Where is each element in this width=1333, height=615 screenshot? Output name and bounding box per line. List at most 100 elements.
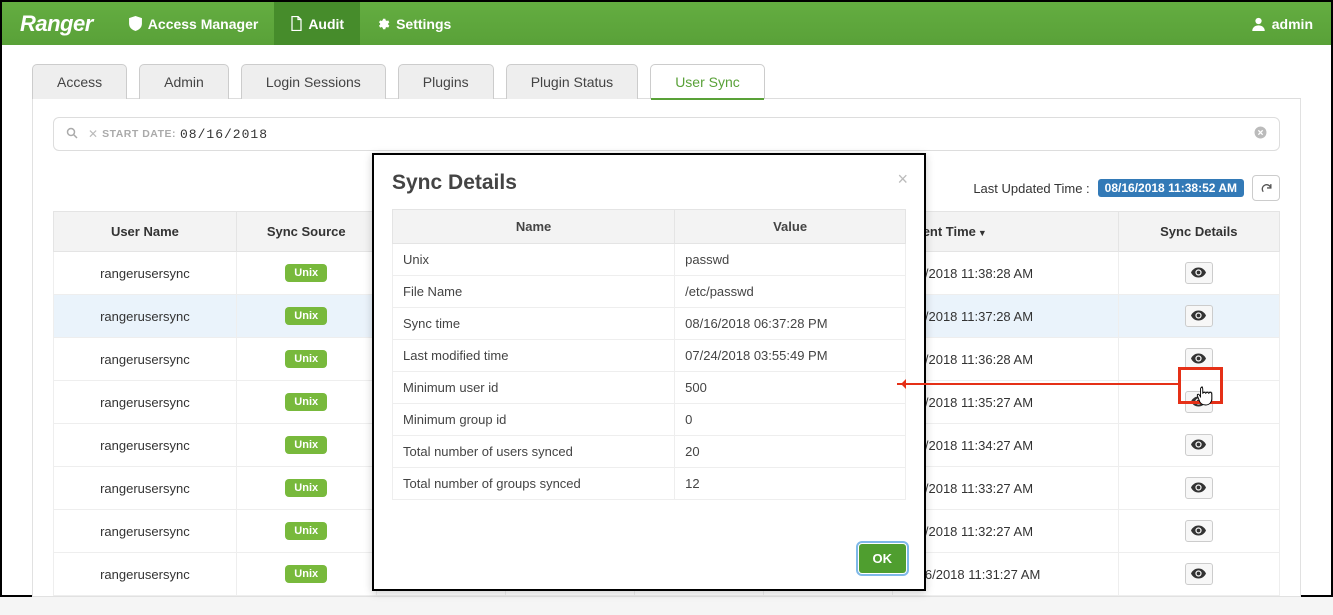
cell-source: Unix (236, 338, 376, 381)
details-value: 12 (675, 468, 906, 500)
details-name: File Name (393, 276, 675, 308)
eye-icon (1191, 524, 1206, 539)
tab-user-sync[interactable]: User Sync (650, 64, 765, 99)
nav-settings[interactable]: Settings (360, 2, 467, 45)
eye-icon (1191, 352, 1206, 367)
details-row: Minimum user id 500 (393, 372, 906, 404)
tab-access[interactable]: Access (32, 64, 127, 99)
view-details-button[interactable] (1185, 434, 1213, 456)
cell-event-time: /16/2018 11:38:28 AM (892, 252, 1118, 295)
cell-source: Unix (236, 467, 376, 510)
source-badge: Unix (285, 393, 327, 411)
clear-search-icon[interactable] (1254, 126, 1267, 142)
nav-audit[interactable]: Audit (274, 2, 360, 45)
cell-source: Unix (236, 510, 376, 553)
cell-sync-details (1118, 338, 1279, 381)
cell-user: rangerusersync (54, 510, 237, 553)
user-icon (1251, 16, 1266, 31)
gear-icon (376, 17, 390, 31)
details-row: Last modified time 07/24/2018 03:55:49 P… (393, 340, 906, 372)
details-name: Last modified time (393, 340, 675, 372)
details-value: 500 (675, 372, 906, 404)
details-value: 07/24/2018 03:55:49 PM (675, 340, 906, 372)
tab-plugin-status[interactable]: Plugin Status (506, 64, 639, 99)
details-value: passwd (675, 244, 906, 276)
tab-login-sessions[interactable]: Login Sessions (241, 64, 386, 99)
details-row: Minimum group id 0 (393, 404, 906, 436)
cell-user: rangerusersync (54, 424, 237, 467)
details-name: Unix (393, 244, 675, 276)
tab-plugins[interactable]: Plugins (398, 64, 494, 99)
cell-sync-details (1118, 553, 1279, 596)
details-row: Unix passwd (393, 244, 906, 276)
th-event-time[interactable]: Event Time▼ (892, 212, 1118, 252)
details-name: Minimum group id (393, 404, 675, 436)
cell-sync-details (1118, 467, 1279, 510)
shield-icon (129, 16, 142, 31)
tab-admin[interactable]: Admin (139, 64, 229, 99)
cell-user: rangerusersync (54, 467, 237, 510)
nav-access-manager[interactable]: Access Manager (113, 2, 275, 45)
view-details-button[interactable] (1185, 520, 1213, 542)
user-menu[interactable]: admin (1245, 16, 1319, 32)
details-row: File Name /etc/passwd (393, 276, 906, 308)
chip-remove-icon[interactable]: ✕ (88, 127, 98, 141)
view-details-button[interactable] (1185, 563, 1213, 585)
cell-sync-details (1118, 252, 1279, 295)
th-user[interactable]: User Name (54, 212, 237, 252)
eye-icon (1191, 266, 1206, 281)
view-details-button[interactable] (1185, 305, 1213, 327)
cell-source: Unix (236, 252, 376, 295)
view-details-button[interactable] (1185, 391, 1213, 413)
details-row: Total number of users synced 20 (393, 436, 906, 468)
cell-source: Unix (236, 295, 376, 338)
view-details-button[interactable] (1185, 262, 1213, 284)
brand-logo: Ranger (14, 11, 99, 37)
refresh-button[interactable] (1252, 175, 1280, 201)
last-updated-label: Last Updated Time : (973, 181, 1089, 196)
cell-sync-details (1118, 510, 1279, 553)
ok-button[interactable]: OK (859, 544, 907, 573)
chip-value: 08/16/2018 (180, 127, 268, 142)
cell-user: rangerusersync (54, 553, 237, 596)
source-badge: Unix (285, 436, 327, 454)
eye-icon (1191, 438, 1206, 453)
eye-icon (1191, 481, 1206, 496)
details-row: Total number of groups synced 12 (393, 468, 906, 500)
user-label: admin (1272, 16, 1313, 32)
details-name: Total number of users synced (393, 436, 675, 468)
source-badge: Unix (285, 522, 327, 540)
eye-icon (1191, 309, 1206, 324)
sort-desc-icon: ▼ (978, 228, 987, 238)
sync-details-table: Name Value Unix passwdFile Name /etc/pas… (392, 209, 906, 500)
cell-event-time: /16/2018 11:33:27 AM (892, 467, 1118, 510)
modal-title: Sync Details (392, 171, 906, 195)
cell-sync-details (1118, 424, 1279, 467)
search-icon (66, 127, 78, 142)
cell-event-time: /16/2018 11:35:27 AM (892, 381, 1118, 424)
source-badge: Unix (285, 350, 327, 368)
details-name: Minimum user id (393, 372, 675, 404)
details-th-name: Name (393, 210, 675, 244)
cell-event-time: 8/16/2018 11:31:27 AM (892, 553, 1118, 596)
nav-label: Settings (396, 16, 451, 32)
cell-sync-details (1118, 295, 1279, 338)
details-value: 0 (675, 404, 906, 436)
view-details-button[interactable] (1185, 348, 1213, 370)
cell-event-time: /16/2018 11:32:27 AM (892, 510, 1118, 553)
view-details-button[interactable] (1185, 477, 1213, 499)
details-row: Sync time 08/16/2018 06:37:28 PM (393, 308, 906, 340)
cell-sync-details (1118, 381, 1279, 424)
cell-event-time: /16/2018 11:34:27 AM (892, 424, 1118, 467)
source-badge: Unix (285, 565, 327, 583)
eye-icon (1191, 395, 1206, 410)
last-updated-value: 08/16/2018 11:38:52 AM (1098, 179, 1244, 197)
document-icon (290, 16, 302, 31)
details-th-value: Value (675, 210, 906, 244)
modal-close-icon[interactable]: × (897, 169, 908, 190)
th-source[interactable]: Sync Source (236, 212, 376, 252)
search-bar[interactable]: ✕ START DATE: 08/16/2018 (53, 117, 1280, 151)
cell-source: Unix (236, 381, 376, 424)
th-sync-details[interactable]: Sync Details (1118, 212, 1279, 252)
eye-icon (1191, 567, 1206, 582)
